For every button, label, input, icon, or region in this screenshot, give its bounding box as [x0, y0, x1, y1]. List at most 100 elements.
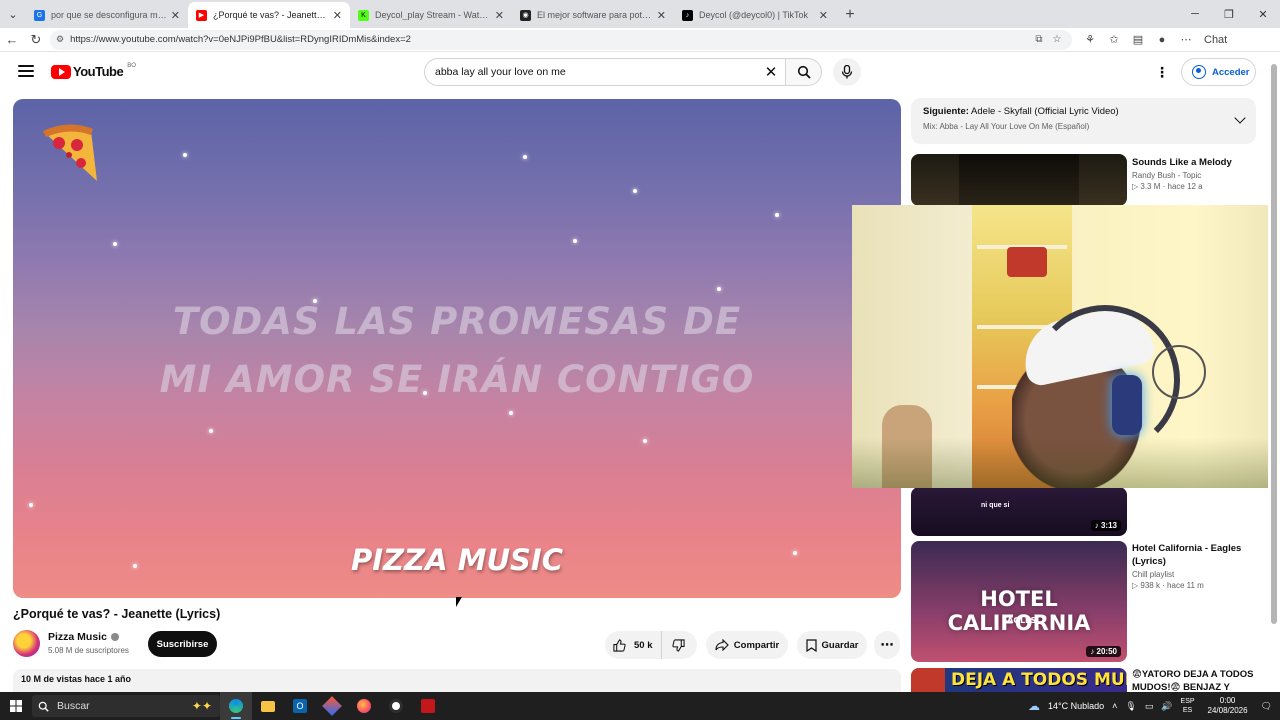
new-tab-button[interactable]: +	[836, 2, 864, 28]
address-bar[interactable]: ⚙ https://www.youtube.com/watch?v=0eNJPi…	[50, 29, 1072, 50]
taskbar-edge[interactable]	[220, 692, 252, 720]
channel-name[interactable]: Pizza Music	[48, 631, 119, 643]
thumbnail-subtext: EAGLES	[1001, 616, 1037, 625]
taskbar-app[interactable]	[316, 692, 348, 720]
related-thumbnail[interactable]: ni que si ♪ 3:13	[911, 487, 1127, 536]
language-indicator[interactable]: ESP ES	[1181, 697, 1195, 715]
subscribe-button[interactable]: Suscribirse	[148, 631, 217, 657]
dislike-button[interactable]	[662, 638, 695, 652]
related-video-info[interactable]: Sounds Like a Melody Randy Bush - Topic …	[1132, 156, 1262, 191]
like-button[interactable]: 50 k	[605, 631, 662, 659]
firefox-icon	[357, 699, 371, 713]
logo-text: YouTube	[73, 64, 124, 79]
tab-search-button[interactable]: ⌄	[0, 0, 26, 28]
scrollbar-thumb[interactable]	[1271, 64, 1277, 624]
profile-icon[interactable]: ●	[1152, 34, 1172, 46]
notifications-icon[interactable]: 🗨	[1261, 701, 1272, 712]
browser-tab-0[interactable]: G por que se desconfigura mi tts en ✕	[26, 2, 188, 28]
related-thumbnail[interactable]	[911, 154, 1127, 206]
taskbar-file-explorer[interactable]	[252, 692, 284, 720]
star	[793, 551, 797, 555]
subscriber-count: 5.08 M de suscriptores	[48, 646, 129, 655]
weather-text[interactable]: 14°C Nublado	[1048, 701, 1104, 711]
share-button[interactable]: Compartir	[706, 631, 788, 659]
weather-icon: ☁	[1027, 699, 1040, 713]
close-tab-icon[interactable]: ✕	[495, 9, 504, 22]
taskbar-outlook[interactable]: O	[284, 692, 316, 720]
close-tab-icon[interactable]: ✕	[819, 9, 828, 22]
taskbar-firefox[interactable]	[348, 692, 380, 720]
tab-title: ¿Porqué te vas? - Jeanette (Lyrics)	[213, 10, 329, 20]
install-app-icon[interactable]: ⧉	[1030, 34, 1048, 45]
related-channel: Chill playlist	[1132, 570, 1175, 579]
duration-badge: ♪ 20:50	[1086, 646, 1121, 657]
microphone-tray-icon[interactable]: 🎙	[1125, 701, 1136, 712]
network-icon[interactable]: ▭	[1145, 701, 1154, 712]
channel-avatar[interactable]	[13, 630, 40, 657]
close-window-icon[interactable]: ✕	[1246, 0, 1280, 28]
related-video-info[interactable]: 😨YATORO DEJA A TODOS MUDOS!😨 BENJAZ Y	[1132, 668, 1262, 694]
taskbar-app-red[interactable]	[412, 692, 444, 720]
settings-kebab-icon[interactable]: ⋮	[1155, 64, 1169, 81]
search-button[interactable]	[786, 58, 822, 86]
collections-icon[interactable]: ▤	[1128, 33, 1148, 46]
outlook-icon: O	[293, 699, 307, 713]
taskbar-search[interactable]: Buscar ✦✦	[32, 695, 220, 717]
search-input[interactable]: abba lay all your love on me ✕	[424, 58, 786, 86]
browser-tab-4[interactable]: ♪ Deycol (@deycol0) | TikTok ✕	[674, 2, 836, 28]
taskbar-obs[interactable]	[380, 692, 412, 720]
sign-in-button[interactable]: Acceder	[1181, 58, 1256, 86]
favorites-icon[interactable]: ✩	[1104, 33, 1124, 46]
account-icon	[1192, 65, 1206, 79]
app-icon	[322, 696, 342, 716]
back-icon[interactable]: ←	[0, 28, 24, 52]
voice-search-button[interactable]	[833, 58, 861, 86]
save-button[interactable]: Guardar	[797, 631, 867, 659]
browser-tab-3[interactable]: ◉ El mejor software para potenciar l ✕	[512, 2, 674, 28]
like-dislike-group: 50 k	[605, 631, 697, 659]
video-player[interactable]: TODAS LAS PROMESAS DE MI AMOR SE IRÁN CO…	[13, 99, 901, 598]
close-tab-icon[interactable]: ✕	[333, 9, 342, 22]
star	[509, 411, 513, 415]
youtube-logo[interactable]: YouTube BO	[51, 63, 136, 79]
reload-icon[interactable]: ↻	[24, 28, 48, 52]
browser-tab-2[interactable]: K Deycol_play Stream - Watch Live o ✕	[350, 2, 512, 28]
close-tab-icon[interactable]: ✕	[171, 9, 180, 22]
tray-chevron-icon[interactable]: ˄	[1112, 701, 1117, 711]
minimize-icon[interactable]: ─	[1178, 0, 1212, 28]
page-scrollbar[interactable]	[1268, 52, 1280, 692]
related-video-info[interactable]: Hotel California - Eagles (Lyrics) Chill…	[1132, 542, 1262, 590]
related-title: Hotel California - Eagles (Lyrics)	[1132, 543, 1242, 567]
related-thumbnail[interactable]: DEJA A TODOS MUDOS	[911, 668, 1127, 692]
youtube-play-icon	[51, 64, 71, 79]
browser-tab-1[interactable]: ▶ ¿Porqué te vas? - Jeanette (Lyrics) ✕	[188, 2, 350, 28]
clock[interactable]: 0:00 24/08/2026	[1203, 696, 1253, 716]
extensions-icon[interactable]: ⚘	[1080, 33, 1100, 46]
related-thumbnail[interactable]: HOTEL CALIFORNIA EAGLES ♪ 20:50	[911, 541, 1127, 662]
up-next-panel[interactable]: Siguiente: Adele - Skyfall (Official Lyr…	[911, 98, 1256, 144]
volume-icon[interactable]: 🔊	[1161, 701, 1172, 712]
star	[209, 429, 213, 433]
copilot-button[interactable]: Chat	[1200, 34, 1227, 46]
clear-search-icon[interactable]: ✕	[757, 63, 785, 81]
share-label: Compartir	[733, 639, 780, 651]
close-tab-icon[interactable]: ✕	[657, 9, 666, 22]
search-query: abba lay all your love on me	[435, 66, 566, 78]
menu-icon[interactable]	[18, 65, 34, 77]
related-channel: Randy Bush - Topic	[1132, 171, 1202, 180]
settings-menu-icon[interactable]: ⋯	[1176, 33, 1196, 46]
clock-time: 0:00	[1219, 696, 1236, 705]
maximize-icon[interactable]: ❐	[1212, 0, 1246, 28]
lyric-line-2: MI AMOR SE IRÁN CONTIGO	[159, 358, 755, 401]
start-button[interactable]	[0, 692, 32, 720]
clock-date: 24/08/2026	[1207, 706, 1248, 715]
lyric-line-1: TODAS LAS PROMESAS DE	[172, 300, 742, 343]
bookmark-star-icon[interactable]: ☆	[1048, 34, 1066, 45]
related-title: 😨YATORO DEJA A TODOS MUDOS!😨 BENJAZ Y	[1132, 669, 1254, 693]
star	[775, 213, 779, 217]
url-text: https://www.youtube.com/watch?v=0eNJPi9P…	[70, 34, 411, 45]
lyric-text: TODAS LAS PROMESAS DE MI AMOR SE IRÁN CO…	[13, 293, 901, 409]
lang-layout: ES	[1182, 707, 1193, 714]
more-actions-icon[interactable]: ⋯	[874, 631, 900, 659]
site-info-icon[interactable]: ⚙	[56, 34, 64, 45]
